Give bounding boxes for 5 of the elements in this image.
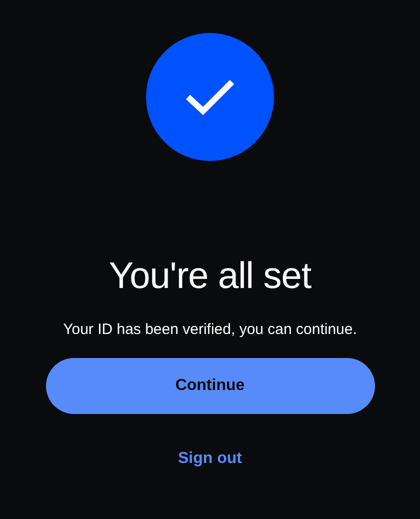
- continue-button[interactable]: Continue: [46, 358, 374, 414]
- sign-out-link[interactable]: Sign out: [178, 446, 242, 471]
- status-message: Your ID has been verified, you can continue.: [63, 320, 357, 340]
- page-title: You're all set: [108, 254, 312, 298]
- checkmark-icon: [185, 78, 235, 116]
